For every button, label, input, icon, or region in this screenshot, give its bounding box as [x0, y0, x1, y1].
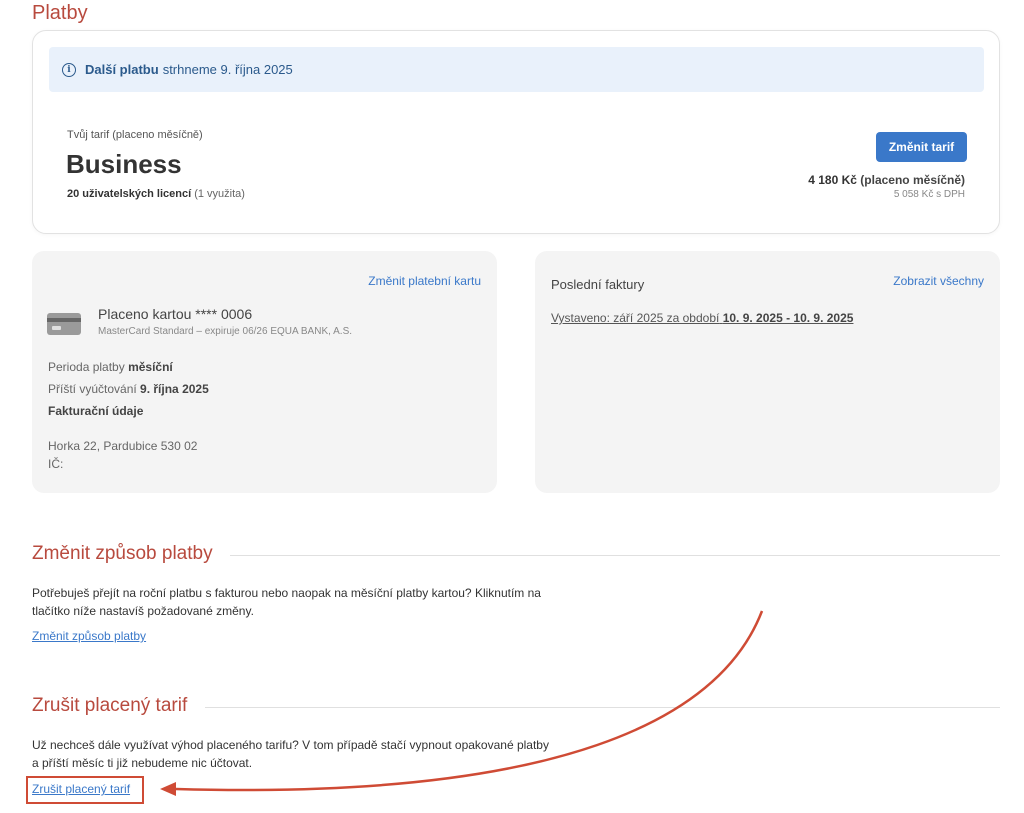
billing-heading: Fakturační údaje — [48, 404, 143, 418]
page-title: Platby — [32, 2, 88, 24]
annotation-highlight-box — [26, 776, 144, 804]
payment-period: Perioda platby měsíční — [48, 360, 173, 374]
invoice-period: 10. 9. 2025 - 10. 9. 2025 — [722, 311, 854, 325]
change-method-text: Potřebuješ přejít na roční platbu s fakt… — [32, 586, 541, 618]
price-vat: 5 058 Kč s DPH — [893, 189, 965, 200]
next-billing: Příští vyúčtování 9. října 2025 — [48, 382, 209, 396]
card-details: MasterCard Standard – expiruje 06/26 EQU… — [98, 326, 353, 337]
next-payment-notice: i Další platbu strhneme 9. října 2025 — [49, 47, 984, 92]
section-divider — [205, 707, 1000, 708]
next-billing-label: Příští vyúčtování — [48, 382, 137, 396]
invoices-title: Poslední faktury — [551, 277, 645, 292]
payment-card: Změnit platební kartu Placeno kartou ***… — [32, 251, 497, 493]
change-card-link[interactable]: Změnit platební kartu — [368, 274, 481, 288]
change-method-link[interactable]: Změnit způsob platby — [32, 629, 146, 643]
show-all-invoices-link[interactable]: Zobrazit všechny — [893, 274, 984, 288]
cancel-text: Už nechceš dále využívat výhod placeného… — [32, 738, 549, 770]
card-title: Placeno kartou **** 0006 — [98, 306, 253, 322]
tariff-licenses: 20 uživatelských licencí (1 využita) — [67, 188, 245, 200]
change-tariff-button[interactable]: Změnit tarif — [876, 132, 967, 162]
notice-bold: Další platbu — [85, 62, 159, 77]
licenses-count: 20 uživatelských licencí — [67, 188, 192, 200]
billing-address: Horka 22, Pardubice 530 02 — [48, 439, 198, 453]
billing-ico: IČ: — [48, 457, 64, 471]
next-billing-value: 9. října 2025 — [140, 382, 209, 396]
section-divider — [230, 555, 1000, 556]
tariff-name: Business — [66, 149, 182, 179]
change-method-title: Změnit způsob platby — [32, 543, 223, 565]
period-value: měsíční — [128, 360, 173, 374]
period-label: Perioda platby — [48, 360, 125, 374]
billing-heading-text: Fakturační údaje — [48, 404, 144, 418]
credit-card-icon — [47, 313, 81, 335]
invoice-row[interactable]: Vystaveno: září 2025 za období 10. 9. 20… — [551, 311, 853, 325]
invoices-card: Poslední faktury Zobrazit všechny Vystav… — [535, 251, 1000, 493]
invoice-issued: Vystaveno: září 2025 za období — [551, 311, 720, 325]
tariff-card: i Další platbu strhneme 9. října 2025 Tv… — [32, 30, 1000, 234]
notice-text: strhneme 9. října 2025 — [162, 62, 293, 77]
price-period: (placeno měsíčně) — [860, 173, 965, 187]
cancel-title: Zrušit placený tarif — [32, 695, 198, 717]
info-icon: i — [62, 62, 76, 77]
tariff-price: 4 180 Kč (placeno měsíčně) — [808, 173, 965, 187]
licenses-used: (1 využita) — [194, 188, 245, 200]
price-amount: 4 180 Kč — [808, 173, 857, 187]
tariff-label: Tvůj tarif (placeno měsíčně) — [67, 129, 203, 141]
